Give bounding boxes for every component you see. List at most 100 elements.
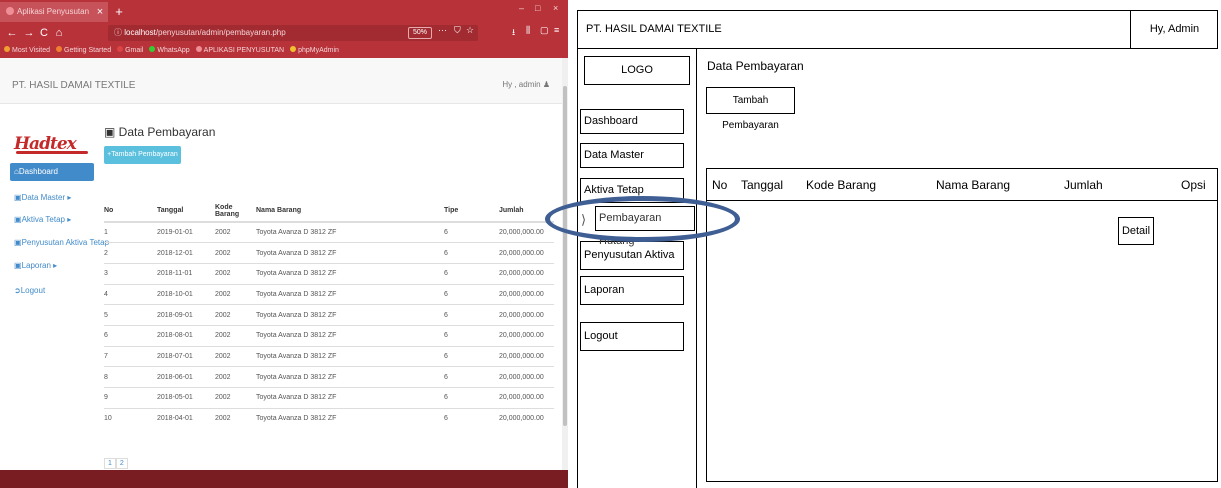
browser-tab[interactable]: Aplikasi Penyusutan: [0, 2, 108, 22]
app-brand[interactable]: PT. HASIL DAMAI TEXTILE: [12, 80, 135, 91]
bookmark-icon: [149, 46, 156, 52]
bookmark-item[interactable]: APLIKASI PENYUSUTAN: [195, 46, 284, 54]
bookmark-icon: [117, 46, 124, 52]
table-cell: 2018-11-01: [157, 262, 215, 285]
user-menu[interactable]: Hy , admin ♟: [502, 80, 550, 89]
table-cell: 20,000,000.00: [499, 304, 554, 326]
table-cell: Toyota Avanza D 3812 ZF: [256, 324, 444, 347]
url-path: /penyusutan/admin/pembayaran.php: [155, 28, 286, 37]
menu-icon[interactable]: ≡: [554, 25, 559, 35]
company-logo: Hadtex: [14, 134, 88, 154]
table-row: 4 2018-10-01 2002 Toyota Avanza D 3812 ZF 6 2…: [104, 283, 554, 305]
tab-close-icon[interactable]: ×: [93, 2, 107, 22]
bank-icon: ▣: [14, 193, 22, 202]
sidebar-toggle-icon[interactable]: ▢: [540, 25, 549, 36]
table-cell: 6: [444, 262, 499, 285]
forward-icon[interactable]: →: [22, 26, 36, 40]
window-close-icon[interactable]: ×: [553, 3, 558, 13]
table-cell: 2019-01-01: [157, 221, 215, 243]
wf-nav-data-master[interactable]: Data Master: [580, 143, 684, 168]
wf-col-header: Nama Barang: [936, 178, 1011, 192]
table-cell: 6: [444, 407, 499, 429]
minimize-icon[interactable]: –: [519, 3, 524, 13]
zoom-indicator[interactable]: 50%: [408, 27, 432, 39]
page-actions-icon[interactable]: ···: [438, 25, 447, 35]
table-row: 1 2019-01-01 2002 Toyota Avanza D 3812 ZF 6 2…: [104, 221, 554, 243]
download-icon[interactable]: ⭳: [512, 25, 515, 41]
wf-nav-dashboard[interactable]: Dashboard: [580, 109, 684, 134]
browser-navbar: ← → C ⌂ ⓘ localhost/penyusutan/admin/pem…: [0, 22, 568, 44]
sidebar-item-dashboard[interactable]: ⌂Dashboard: [10, 163, 94, 181]
bookmarks-bar: Most Visited Getting Started Gmail WhatsApp…: [0, 44, 568, 58]
table-cell: 20,000,000.00: [499, 283, 554, 305]
bookmark-star-icon[interactable]: ☆: [466, 25, 474, 36]
wf-table: No Tanggal Kode Barang Nama Barang Jumla…: [706, 168, 1218, 482]
bookmark-item[interactable]: Most Visited: [4, 46, 50, 54]
table-cell: 8: [104, 366, 157, 388]
table-cell: 6: [444, 283, 499, 305]
table-cell: 2002: [215, 324, 256, 347]
table-cell: 20,000,000.00: [499, 262, 554, 285]
page-link[interactable]: 2: [115, 458, 128, 469]
highlight-ellipse: [545, 196, 740, 242]
bookmark-icon: [290, 46, 297, 52]
table-cell: 2002: [215, 366, 256, 388]
new-tab-button[interactable]: +: [112, 2, 126, 22]
col-header[interactable]: Kode Barang: [215, 200, 256, 223]
bookmark-item[interactable]: phpMyAdmin: [290, 46, 339, 54]
bookmark-item[interactable]: WhatsApp: [149, 46, 190, 54]
table-cell: 2018-10-01: [157, 283, 215, 305]
sidebar-item-laporan[interactable]: ▣Laporan ▸: [14, 261, 57, 270]
logout-icon: ➲: [14, 286, 21, 295]
sidebar-item-aktiva-tetap[interactable]: ▣Aktiva Tetap ▸: [14, 215, 71, 224]
reload-icon[interactable]: C: [37, 26, 51, 40]
col-header[interactable]: Tanggal: [157, 200, 215, 223]
tab-title: Aplikasi Penyusutan: [17, 7, 90, 16]
add-payment-button[interactable]: +Tambah Pembayaran: [104, 146, 181, 164]
sidebar-item-data-master[interactable]: ▣Data Master ▸: [14, 193, 71, 202]
col-header[interactable]: No: [104, 200, 157, 223]
library-icon[interactable]: ⫼: [526, 25, 530, 36]
maximize-icon[interactable]: □: [535, 3, 540, 13]
wf-page-title: Data Pembayaran: [707, 59, 804, 73]
col-header[interactable]: Nama Barang: [256, 200, 444, 223]
page-title: ▣ Data Pembayaran: [104, 125, 216, 139]
home-icon[interactable]: ⌂: [52, 26, 66, 40]
sidebar-item-penyusutan[interactable]: ▣Penyusutan Aktiva Tetap: [14, 238, 109, 247]
pocket-icon[interactable]: ⛉: [454, 25, 461, 36]
table-cell: 2: [104, 242, 157, 264]
scrollbar-thumb[interactable]: [563, 86, 567, 426]
bookmark-item[interactable]: Getting Started: [56, 46, 111, 54]
wf-nav-laporan[interactable]: Laporan: [580, 276, 684, 305]
table-cell: 6: [444, 387, 499, 409]
table-cell: 6: [444, 304, 499, 326]
table-cell: 2002: [215, 407, 256, 429]
wf-add-payment-button[interactable]: Tambah Pembayaran: [706, 87, 795, 131]
bank-icon: ▣: [104, 125, 119, 139]
page-link[interactable]: 1: [104, 458, 116, 469]
table-row: 5 2018-09-01 2002 Toyota Avanza D 3812 ZF 6 2…: [104, 304, 554, 326]
table-cell: Toyota Avanza D 3812 ZF: [256, 407, 444, 429]
table-cell: 20,000,000.00: [499, 221, 554, 243]
table-cell: 2002: [215, 345, 256, 367]
table-cell: Toyota Avanza D 3812 ZF: [256, 387, 444, 409]
table-cell: 7: [104, 345, 157, 367]
wireframe-mockup: PT. HASIL DAMAI TEXTILE Hy, Admin LOGO D…: [577, 0, 1221, 488]
back-icon[interactable]: ←: [5, 26, 19, 40]
wf-user[interactable]: Hy, Admin: [1130, 11, 1218, 48]
user-icon: ♟: [542, 80, 550, 89]
wf-brand: PT. HASIL DAMAI TEXTILE: [586, 23, 722, 35]
wf-header: PT. HASIL DAMAI TEXTILE Hy, Admin: [577, 10, 1218, 49]
table-row: 3 2018-11-01 2002 Toyota Avanza D 3812 ZF 6 2…: [104, 262, 554, 285]
table-cell: 6: [444, 324, 499, 347]
logo-swoosh: [16, 151, 88, 154]
bookmark-item[interactable]: Gmail: [117, 46, 143, 54]
table-cell: 2002: [215, 242, 256, 264]
wf-nav-logout[interactable]: Logout: [580, 322, 684, 351]
tab-bar: Aplikasi Penyusutan × + – □ ×: [0, 0, 568, 22]
wf-detail-button[interactable]: Detail: [1118, 217, 1154, 245]
sidebar-item-logout[interactable]: ➲Logout: [14, 286, 45, 295]
info-icon: ⓘ: [114, 28, 125, 37]
col-header[interactable]: Tipe: [444, 200, 499, 223]
table-cell: 5: [104, 304, 157, 326]
